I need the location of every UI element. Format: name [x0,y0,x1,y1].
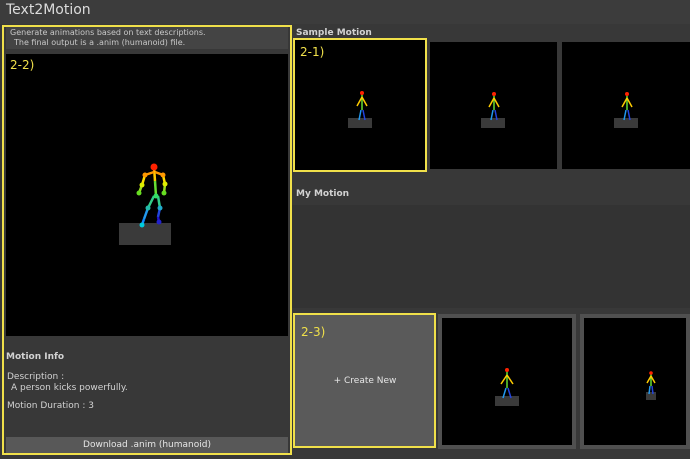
my-motion-tag: 2-3) [301,325,326,339]
sample-motion-thumb-2[interactable] [430,42,557,169]
skeleton-figure [136,163,168,228]
my-motion-area [292,205,690,308]
description-line-2: The final output is a .anim (humanoid) f… [14,38,186,47]
description-label: Description : [7,372,65,382]
sample-tag: 2-1) [300,45,325,59]
download-anim-button[interactable]: Download .anim (humanoid) [6,437,288,453]
my-motion-heading: My Motion [296,189,350,199]
motion-viewport[interactable]: 2-2) [6,54,288,336]
skeleton-figure [500,368,514,399]
skeleton-figure [646,371,656,395]
motion-duration: Motion Duration : 3 [7,401,94,411]
app-title: Text2Motion [6,2,91,18]
my-motion-thumb-2[interactable] [580,314,690,449]
title-bar [0,0,690,24]
sample-motion-thumb-3[interactable] [562,42,690,169]
skeleton-figure [488,92,500,121]
description-line-1: Generate animations based on text descri… [10,28,206,37]
my-motion-thumb-1[interactable] [438,314,576,449]
sample-motion-heading: Sample Motion [296,28,372,38]
description-value: A person kicks powerfully. [11,383,128,393]
skeleton-figure [621,92,633,121]
description-box: Generate animations based on text descri… [6,27,288,49]
motion-info-heading: Motion Info [6,352,65,362]
